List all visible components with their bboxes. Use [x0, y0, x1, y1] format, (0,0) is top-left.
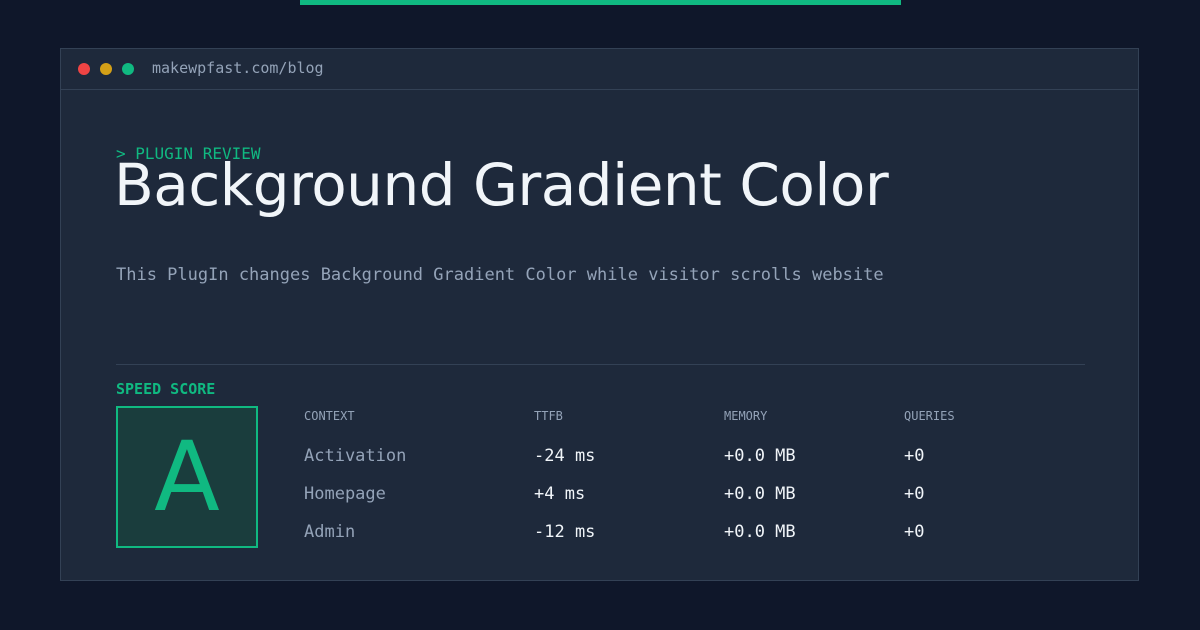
column-header-ttfb: TTFB [534, 409, 563, 423]
row-admin-memory: +0.0 MB [724, 522, 796, 542]
maximize-dot-icon[interactable] [122, 63, 134, 75]
window-titlebar: makewpfast.com/blog [61, 49, 1138, 90]
page-title: Background Gradient Color [114, 151, 889, 219]
speed-score-label: SPEED SCORE [116, 380, 216, 398]
row-activation-memory: +0.0 MB [724, 446, 796, 466]
browser-window: makewpfast.com/blog > PLUGIN REVIEW Back… [60, 48, 1139, 581]
column-header-context: CONTEXT [304, 409, 355, 423]
row-activation-context: Activation [304, 446, 407, 466]
row-homepage-memory: +0.0 MB [724, 484, 796, 504]
row-activation-ttfb: -24 ms [534, 446, 596, 466]
speed-grade-badge: A [116, 406, 258, 548]
column-header-memory: MEMORY [724, 409, 768, 423]
row-admin-ttfb: -12 ms [534, 522, 596, 542]
top-accent-bar [300, 0, 901, 5]
row-admin-context: Admin [304, 522, 356, 542]
plugin-description: This PlugIn changes Background Gradient … [116, 265, 884, 285]
row-homepage-queries: +0 [904, 484, 925, 504]
url-text: makewpfast.com/blog [152, 59, 324, 77]
section-divider [116, 364, 1085, 365]
row-homepage-context: Homepage [304, 484, 386, 504]
minimize-dot-icon[interactable] [100, 63, 112, 75]
row-homepage-ttfb: +4 ms [534, 484, 586, 504]
row-admin-queries: +0 [904, 522, 925, 542]
column-header-queries: QUERIES [904, 409, 955, 423]
close-dot-icon[interactable] [78, 63, 90, 75]
row-activation-queries: +0 [904, 446, 925, 466]
speed-grade: A [154, 421, 220, 533]
